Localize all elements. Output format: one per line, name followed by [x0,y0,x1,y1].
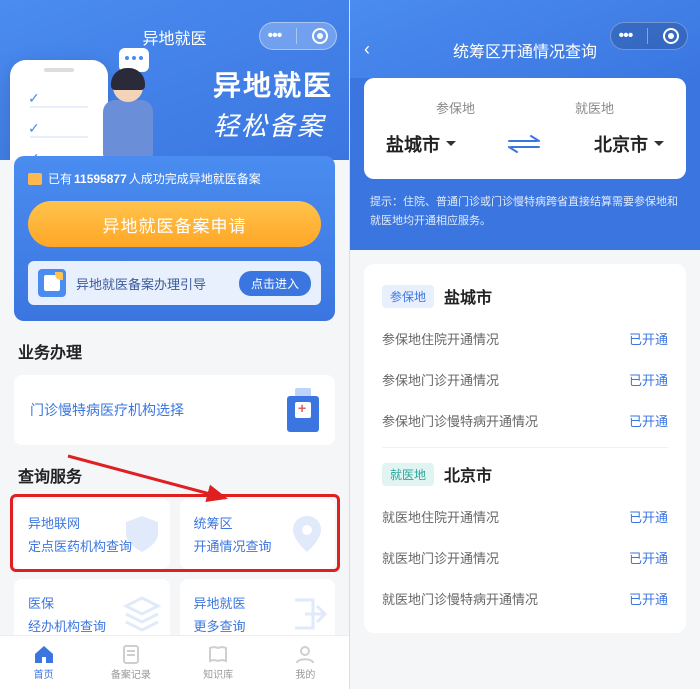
chevron-down-icon [446,141,456,151]
group-badge: 参保地 [382,285,434,308]
status-label: 参保地门诊慢特病开通情况 [382,411,538,430]
tab-label: 备案记录 [111,666,151,681]
records-icon [120,644,142,664]
close-miniprogram-icon[interactable] [663,28,679,44]
status-results-card: 参保地 盐城市 参保地住院开通情况 已开通 参保地门诊开通情况 已开通 参保地门… [364,264,686,633]
guide-enter-button[interactable]: 点击进入 [239,271,311,296]
status-value: 已开通 [629,507,668,526]
hero-phone-illustration [10,60,108,160]
tab-label: 首页 [34,666,54,681]
layers-icon [120,592,164,636]
shield-search-icon [120,512,164,556]
close-miniprogram-icon[interactable] [312,28,328,44]
status-row: 参保地门诊慢特病开通情况 已开通 [382,400,668,441]
stat-announcement: 已有 11595877 人成功完成异地就医备案 [28,170,321,187]
insured-label: 参保地 [436,98,475,117]
insured-city-select[interactable]: 盐城市 [386,131,456,157]
status-group-treat: 就医地 北京市 就医地住院开通情况 已开通 就医地门诊开通情况 已开通 就医地门… [382,448,668,619]
status-label: 参保地门诊开通情况 [382,370,499,389]
section-title-query: 查询服务 [0,445,349,499]
guide-row[interactable]: 异地就医备案办理引导 点击进入 [28,261,321,305]
status-value: 已开通 [629,589,668,608]
user-icon [294,644,316,664]
hero-slogan: 异地就医 轻松备案 [213,64,333,143]
insured-city: 盐城市 [386,131,440,157]
miniprogram-capsule[interactable]: ••• [259,22,337,50]
tab-records[interactable]: 备案记录 [87,636,174,689]
treat-city: 北京市 [594,131,648,157]
document-icon [38,269,66,297]
status-value: 已开通 [629,411,668,430]
chevron-down-icon [654,141,664,151]
miniprogram-capsule[interactable]: ••• [610,22,688,50]
stat-suffix: 人成功完成异地就医备案 [129,170,261,187]
status-row: 就医地门诊开通情况 已开通 [382,537,668,578]
query-form-area: 参保地 就医地 盐城市 北京市 提示：住院、普通门诊或门诊慢特病跨省直接结算需要… [350,78,700,250]
status-row: 参保地住院开通情况 已开通 [382,318,668,359]
location-card: 参保地 就医地 盐城市 北京市 [364,78,686,179]
status-label: 参保地住院开通情况 [382,329,499,348]
left-phone-screen: ••• 异地就医 异地就医 轻松备案 已有 11595877 人成功完成异地就医… [0,0,350,689]
tab-home[interactable]: 首页 [0,636,87,689]
more-icon[interactable]: ••• [619,27,633,45]
treat-city-select[interactable]: 北京市 [594,131,664,157]
hero-line1: 异地就医 [213,64,333,104]
tab-knowledge[interactable]: 知识库 [175,636,262,689]
swap-icon[interactable] [507,134,543,154]
main-action-card: 已有 11595877 人成功完成异地就医备案 异地就医备案申请 异地就医备案办… [14,156,335,321]
stat-number: 11595877 [74,172,127,186]
status-row: 参保地门诊开通情况 已开通 [382,359,668,400]
query-item-region-status[interactable]: 统筹区 开通情况查询 [180,499,336,569]
capsule-divider [296,28,297,44]
book-icon [207,644,229,664]
apply-button[interactable]: 异地就医备案申请 [28,201,321,247]
more-icon[interactable]: ••• [268,27,282,45]
business-item-label: 门诊慢特病医疗机构选择 [30,400,275,420]
status-value: 已开通 [629,329,668,348]
hospital-icon [275,388,319,432]
status-value: 已开通 [629,548,668,567]
page-title: 统筹区开通情况查询 [453,38,597,62]
capsule-divider [647,28,648,44]
hero-line2: 轻松备案 [213,106,333,143]
tab-mine[interactable]: 我的 [262,636,349,689]
status-row: 就医地住院开通情况 已开通 [382,496,668,537]
business-item-chronic[interactable]: 门诊慢特病医疗机构选择 [14,375,335,445]
section-title-business: 业务办理 [0,321,349,375]
location-pin-icon [285,512,329,556]
status-group-insured: 参保地 盐城市 参保地住院开通情况 已开通 参保地门诊开通情况 已开通 参保地门… [382,270,668,441]
guide-text: 异地就医备案办理引导 [76,274,239,293]
back-icon[interactable]: ‹ [364,39,370,60]
status-label: 就医地门诊慢特病开通情况 [382,589,538,608]
exit-arrow-icon [285,592,329,636]
status-label: 就医地门诊开通情况 [382,548,499,567]
hero-person-illustration [95,68,155,160]
status-row: 就医地门诊慢特病开通情况 已开通 [382,578,668,619]
page-title: 异地就医 [142,25,206,49]
status-value: 已开通 [629,370,668,389]
group-city: 盐城市 [444,284,492,308]
status-label: 就医地住院开通情况 [382,507,499,526]
tab-label: 我的 [295,666,315,681]
group-city: 北京市 [444,462,492,486]
stat-prefix: 已有 [48,170,72,187]
tab-label: 知识库 [203,666,233,681]
query-item-network-hospital[interactable]: 异地联网 定点医药机构查询 [14,499,170,569]
treat-label: 就医地 [575,98,614,117]
home-icon [33,644,55,664]
right-phone-screen: ••• ‹ 统筹区开通情况查询 参保地 就医地 盐城市 北京市 [350,0,700,689]
group-badge: 就医地 [382,463,434,486]
bottom-tabbar: 首页 备案记录 知识库 我的 [0,635,349,689]
tip-text: 提示：住院、普通门诊或门诊慢特病跨省直接结算需要参保地和就医地均开通相应服务。 [364,179,686,230]
query-grid: 异地联网 定点医药机构查询 统筹区 开通情况查询 医保 经办机构查询 异地就医 … [14,499,335,649]
speaker-icon [28,173,42,185]
